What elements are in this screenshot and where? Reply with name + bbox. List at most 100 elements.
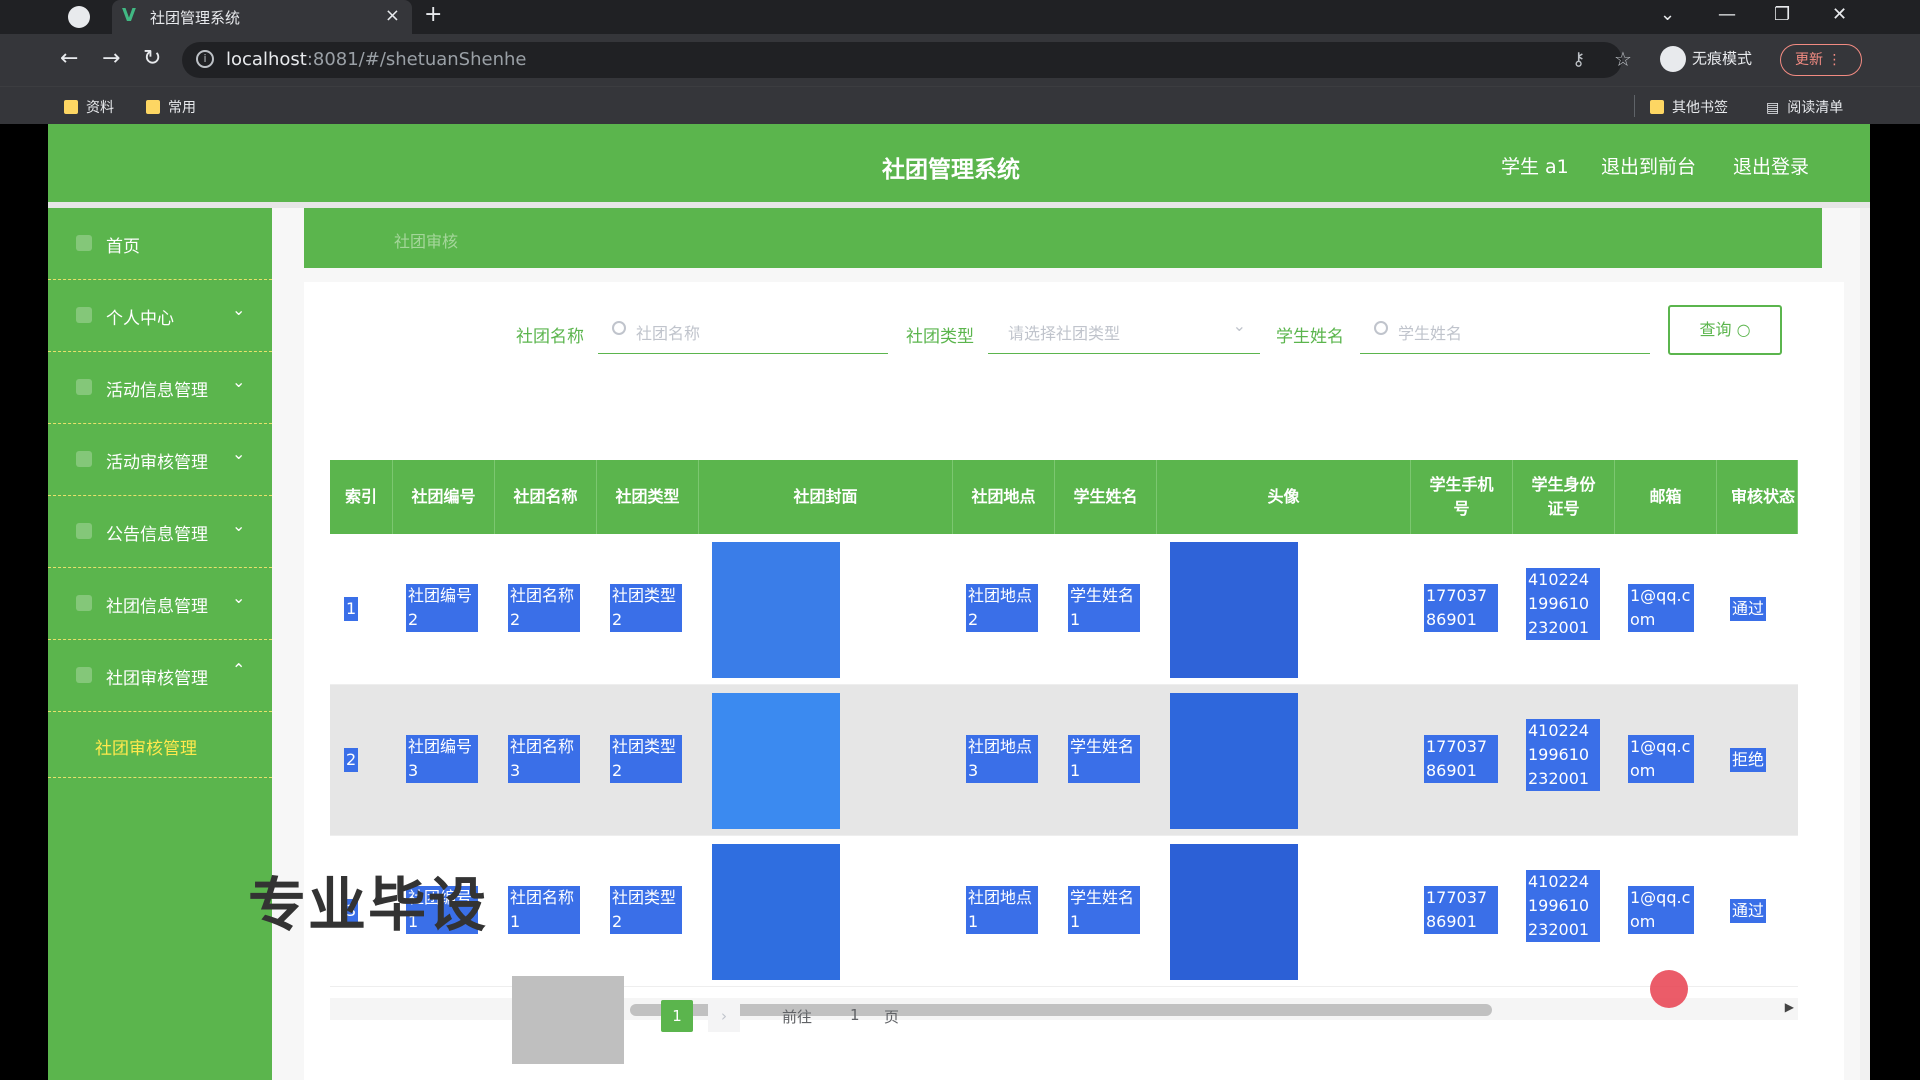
folder-icon (146, 100, 160, 114)
sidebar-item-club-review[interactable]: 社团审核管理 ⌃ (48, 640, 272, 712)
cell-idcard: 410224199610232001 (1526, 568, 1600, 640)
vertical-scrollbar[interactable] (1860, 208, 1870, 1080)
cell-student: 学生姓名1 (1068, 735, 1140, 783)
chevron-down-icon: ⌄ (232, 444, 246, 463)
update-button[interactable]: 更新 ⋮ (1780, 44, 1862, 76)
minimize-icon[interactable]: — (1718, 4, 1736, 25)
check-icon (76, 667, 92, 683)
info-icon[interactable]: i (196, 50, 214, 68)
cell-place: 社团地点2 (966, 584, 1038, 632)
reload-icon[interactable]: ↻ (143, 46, 161, 71)
vue-icon: V (122, 5, 136, 26)
cell-place: 社团地点1 (966, 886, 1038, 934)
cell-student: 学生姓名1 (1068, 886, 1140, 934)
star-icon[interactable]: ☆ (1614, 47, 1632, 71)
other-bookmarks[interactable]: 其他书签 (1650, 97, 1728, 117)
query-label: 查询 (1699, 320, 1732, 339)
current-user[interactable]: 学生 a1 (1501, 152, 1569, 179)
list-icon (76, 379, 92, 395)
column-header[interactable]: 学生身份证号 (1513, 460, 1615, 534)
incognito-indicator[interactable]: 无痕模式 (1660, 46, 1752, 72)
cell-email: 1@qq.com (1628, 886, 1694, 934)
column-header[interactable]: 学生姓名 (1055, 460, 1157, 534)
back-icon[interactable]: ← (60, 46, 78, 71)
cell-phone: 17703786901 (1424, 584, 1498, 632)
column-header[interactable]: 邮箱 (1615, 460, 1717, 534)
column-header[interactable]: 学生手机号 (1411, 460, 1513, 534)
new-tab-button[interactable]: + (424, 2, 442, 27)
column-header[interactable]: 社团名称 (495, 460, 597, 534)
app-header: 社团管理系统 学生 a1 退出到前台 退出登录 (48, 124, 1870, 202)
sidebar-item-home[interactable]: 首页 (48, 208, 272, 280)
key-icon[interactable]: ⚷ (1572, 49, 1585, 70)
cell-type: 社团类型2 (610, 584, 682, 632)
watermark: 专业毕设 (248, 871, 489, 939)
page-jump-input[interactable]: 1 (850, 1006, 860, 1024)
club-cover-image (712, 844, 840, 980)
browser-tab-bar: V 社团管理系统 × + ⌄ — ❐ ✕ (0, 0, 1920, 34)
cell-email: 1@qq.com (1628, 584, 1694, 632)
url-path: :8081/#/shetuanShenhe (306, 49, 527, 70)
student-name-input[interactable]: 学生姓名 (1360, 306, 1650, 354)
table-row[interactable]: 3 社团编号1 社团名称1 社团类型2 社团地点1 学生姓名1 17703786… (330, 836, 1798, 987)
blurred-region (512, 976, 624, 1064)
cell-type: 社团类型2 (610, 886, 682, 934)
next-page-icon[interactable]: › (708, 1000, 740, 1032)
url-host: localhost (226, 49, 307, 70)
club-type-select[interactable]: 请选择社团类型 ⌄ (988, 306, 1260, 354)
club-cover-image (712, 542, 840, 678)
bookmark-folder[interactable]: 资料 (64, 97, 114, 117)
close-tab-icon[interactable]: × (385, 5, 400, 26)
column-header[interactable]: 社团类型 (597, 460, 699, 534)
bookmark-folder[interactable]: 常用 (146, 97, 196, 117)
table-row[interactable]: 2 社团编号3 社团名称3 社团类型2 社团地点3 学生姓名1 17703786… (330, 685, 1798, 836)
reading-list[interactable]: ▤ 阅读清单 (1766, 97, 1843, 117)
column-header[interactable]: 社团封面 (699, 460, 953, 534)
address-bar-row: ← → ↻ i localhost:8081/#/shetuanShenhe ⚷… (0, 34, 1920, 86)
sidebar-item-activity-info[interactable]: 活动信息管理 ⌄ (48, 352, 272, 424)
club-name-placeholder: 社团名称 (636, 324, 701, 343)
avatar-image (1170, 844, 1298, 980)
sidebar-item-personal[interactable]: 个人中心 ⌄ (48, 280, 272, 352)
column-header[interactable]: 社团地点 (953, 460, 1055, 534)
goto-label: 前往 (782, 1008, 813, 1026)
folder-icon (1650, 100, 1664, 114)
forward-icon[interactable]: → (102, 46, 120, 71)
column-header[interactable]: 审核状态 (1717, 460, 1798, 534)
column-header[interactable]: 索引 (330, 460, 393, 534)
user-icon (76, 307, 92, 323)
column-header[interactable]: 社团编号 (393, 460, 495, 534)
chevron-down-icon: ⌄ (232, 516, 246, 535)
table-row[interactable]: 1 社团编号2 社团名称2 社团类型2 社团地点2 学生姓名1 17703786… (330, 534, 1798, 685)
pagination: 1 › 前往 1 页 (318, 1000, 938, 1040)
restore-icon[interactable]: ❐ (1774, 4, 1790, 25)
close-window-icon[interactable]: ✕ (1832, 4, 1847, 25)
column-header[interactable]: 头像 (1157, 460, 1411, 534)
sidebar-item-club-info[interactable]: 社团信息管理 ⌄ (48, 568, 272, 640)
folder-icon (64, 100, 78, 114)
query-button[interactable]: 查询 ○ (1668, 305, 1782, 355)
tab-search-icon[interactable]: ⌄ (1660, 4, 1675, 25)
back-to-front-link[interactable]: 退出到前台 (1601, 152, 1696, 179)
cell-index: 2 (344, 748, 359, 772)
cell-code: 社团编号2 (406, 584, 478, 632)
avatar-image (1170, 693, 1298, 829)
sidebar-item-notice[interactable]: 公告信息管理 ⌄ (48, 496, 272, 568)
sidebar-item-label: 活动信息管理 (106, 381, 208, 401)
club-cover-image (712, 693, 840, 829)
cell-name: 社团名称1 (508, 886, 580, 934)
club-name-input[interactable]: 社团名称 (598, 306, 888, 354)
cell-name: 社团名称3 (508, 735, 580, 783)
list-icon (76, 451, 92, 467)
chevron-up-icon: ⌃ (232, 660, 246, 679)
sidebar-item-activity-review[interactable]: 活动审核管理 ⌄ (48, 424, 272, 496)
chevron-down-icon: ⌄ (232, 372, 246, 391)
globe-icon[interactable] (68, 6, 90, 28)
scroll-right-icon[interactable]: ▶ (1785, 1000, 1794, 1014)
divider (1634, 95, 1635, 117)
browser-tab[interactable]: V 社团管理系统 × (112, 0, 412, 34)
sidebar-subitem-club-review[interactable]: 社团审核管理 (48, 712, 272, 778)
logout-link[interactable]: 退出登录 (1733, 152, 1809, 179)
url-field[interactable]: i localhost:8081/#/shetuanShenhe (182, 42, 1622, 78)
page-current[interactable]: 1 (661, 1000, 693, 1032)
